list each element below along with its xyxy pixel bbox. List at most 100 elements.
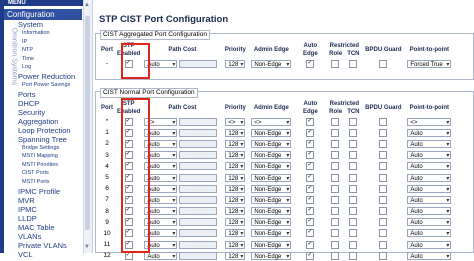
point-to-point-select[interactable]: Auto bbox=[407, 184, 452, 194]
sidebar-item[interactable]: MSTI Priorities bbox=[18, 161, 92, 170]
bpdu-guard-checkbox[interactable] bbox=[379, 195, 388, 204]
restricted-role-checkbox[interactable] bbox=[331, 173, 340, 182]
sidebar-item[interactable]: Log bbox=[18, 63, 92, 72]
admin-edge-select[interactable]: Non-Edge bbox=[251, 240, 292, 250]
admin-edge-select[interactable]: Non-Edge bbox=[251, 173, 292, 183]
point-to-point-select[interactable]: Auto bbox=[407, 229, 452, 238]
restricted-role-checkbox[interactable] bbox=[331, 184, 340, 193]
sidebar-item[interactable]: Time bbox=[18, 55, 92, 64]
admin-edge-select[interactable]: Non-Edge bbox=[251, 184, 292, 194]
auto-edge-checkbox[interactable] bbox=[306, 150, 315, 160]
restricted-role-checkbox[interactable] bbox=[331, 207, 340, 216]
priority-select[interactable]: 128 bbox=[225, 59, 246, 69]
auto-edge-checkbox[interactable] bbox=[306, 59, 315, 68]
restricted-tcn-checkbox[interactable] bbox=[349, 184, 358, 193]
auto-edge-checkbox[interactable] bbox=[306, 240, 315, 249]
sidebar-item[interactable]: Bridge Settings bbox=[18, 144, 92, 153]
sidebar-item[interactable]: System bbox=[18, 20, 92, 29]
scroll-up-icon[interactable]: ▲ bbox=[84, 2, 90, 8]
auto-edge-checkbox[interactable] bbox=[306, 161, 315, 171]
auto-edge-checkbox[interactable] bbox=[306, 173, 315, 182]
path-cost-input[interactable] bbox=[179, 139, 218, 148]
sidebar-item[interactable]: LLDP bbox=[18, 214, 92, 223]
auto-edge-checkbox[interactable] bbox=[306, 128, 315, 137]
auto-edge-checkbox[interactable] bbox=[306, 251, 315, 260]
restricted-tcn-checkbox[interactable] bbox=[349, 251, 358, 260]
path-cost-input[interactable] bbox=[179, 195, 218, 204]
sidebar-item[interactable]: MSTI Mapping bbox=[18, 152, 92, 161]
sidebar-item[interactable]: IPMC Profile bbox=[18, 187, 92, 196]
auto-edge-checkbox[interactable] bbox=[306, 117, 315, 126]
sidebar-item[interactable]: Aggregation bbox=[18, 117, 92, 126]
priority-select[interactable]: 128 bbox=[225, 229, 246, 238]
priority-select[interactable]: 128 bbox=[225, 195, 246, 205]
admin-edge-select[interactable]: Non-Edge bbox=[251, 229, 292, 238]
sidebar-item[interactable]: MAC Table bbox=[18, 223, 92, 232]
sidebar-item[interactable]: MSTI Ports bbox=[18, 178, 92, 187]
point-to-point-select[interactable]: <> bbox=[407, 117, 452, 127]
auto-edge-checkbox[interactable] bbox=[306, 184, 315, 193]
sidebar-item[interactable]: Security bbox=[18, 108, 92, 117]
path-cost-input[interactable] bbox=[179, 151, 218, 160]
path-cost-input[interactable] bbox=[179, 229, 218, 238]
restricted-role-checkbox[interactable] bbox=[331, 251, 340, 260]
sidebar-item[interactable]: MVR bbox=[18, 196, 92, 205]
restricted-role-checkbox[interactable] bbox=[331, 162, 340, 171]
bpdu-guard-checkbox[interactable] bbox=[379, 229, 388, 238]
restricted-role-checkbox[interactable] bbox=[331, 218, 340, 227]
bpdu-guard-checkbox[interactable] bbox=[379, 251, 388, 260]
scrollbar-thumb[interactable] bbox=[85, 16, 90, 230]
path-cost-input[interactable] bbox=[179, 162, 218, 171]
restricted-role-checkbox[interactable] bbox=[331, 240, 340, 249]
priority-select[interactable]: 128 bbox=[225, 184, 246, 194]
bpdu-guard-checkbox[interactable] bbox=[379, 207, 388, 216]
path-cost-input[interactable] bbox=[179, 207, 218, 216]
point-to-point-select[interactable]: Auto bbox=[407, 162, 452, 171]
point-to-point-select[interactable]: Auto bbox=[407, 240, 452, 250]
restricted-tcn-checkbox[interactable] bbox=[349, 151, 358, 160]
restricted-role-checkbox[interactable] bbox=[331, 151, 340, 160]
priority-select[interactable]: <> bbox=[225, 117, 246, 127]
priority-select[interactable]: 128 bbox=[225, 207, 246, 216]
path-cost-input[interactable] bbox=[179, 128, 218, 137]
point-to-point-select[interactable]: Auto bbox=[407, 218, 452, 227]
sidebar-item[interactable]: VCL bbox=[18, 250, 92, 259]
point-to-point-select[interactable]: Auto bbox=[407, 195, 452, 205]
priority-select[interactable]: 128 bbox=[225, 128, 246, 138]
restricted-tcn-checkbox[interactable] bbox=[349, 195, 358, 204]
admin-edge-select[interactable]: Non-Edge bbox=[251, 162, 292, 171]
point-to-point-select[interactable]: Forced True bbox=[407, 59, 452, 69]
bpdu-guard-checkbox[interactable] bbox=[379, 218, 388, 227]
restricted-tcn-checkbox[interactable] bbox=[349, 218, 358, 227]
priority-select[interactable]: 128 bbox=[225, 173, 246, 183]
admin-edge-select[interactable]: <> bbox=[251, 117, 292, 127]
sidebar-item[interactable]: Information bbox=[18, 29, 92, 38]
restricted-tcn-checkbox[interactable] bbox=[349, 139, 358, 148]
priority-select[interactable]: 128 bbox=[225, 139, 246, 149]
admin-edge-select[interactable]: Non-Edge bbox=[251, 195, 292, 205]
bpdu-guard-checkbox[interactable] bbox=[379, 173, 388, 182]
sidebar-item[interactable]: Port Power Savings bbox=[18, 81, 92, 90]
admin-edge-select[interactable]: Non-Edge bbox=[251, 207, 292, 216]
restricted-role-checkbox[interactable] bbox=[331, 128, 340, 137]
scroll-down-icon[interactable]: ▼ bbox=[84, 244, 90, 250]
restricted-role-checkbox[interactable] bbox=[331, 195, 340, 204]
priority-select[interactable]: 128 bbox=[225, 240, 246, 250]
restricted-role-checkbox[interactable] bbox=[331, 139, 340, 148]
bpdu-guard-checkbox[interactable] bbox=[379, 59, 388, 68]
sidebar-item-configuration[interactable]: Configuration bbox=[4, 9, 82, 20]
restricted-tcn-checkbox[interactable] bbox=[349, 173, 358, 182]
path-cost-input[interactable] bbox=[179, 117, 218, 126]
sidebar-item[interactable]: NTP bbox=[18, 46, 92, 55]
restricted-tcn-checkbox[interactable] bbox=[349, 229, 358, 238]
restricted-tcn-checkbox[interactable] bbox=[349, 207, 358, 216]
point-to-point-select[interactable]: Auto bbox=[407, 151, 452, 160]
point-to-point-select[interactable]: Auto bbox=[407, 128, 452, 138]
sidebar-item[interactable]: CIST Ports bbox=[18, 169, 92, 178]
restricted-tcn-checkbox[interactable] bbox=[349, 117, 358, 126]
sidebar-item[interactable]: Spanning Tree bbox=[18, 135, 92, 144]
priority-select[interactable]: 128 bbox=[225, 218, 246, 227]
sidebar-item[interactable]: Power Reduction bbox=[18, 72, 92, 81]
admin-edge-select[interactable]: Non-Edge bbox=[251, 218, 292, 227]
bpdu-guard-checkbox[interactable] bbox=[379, 139, 388, 148]
